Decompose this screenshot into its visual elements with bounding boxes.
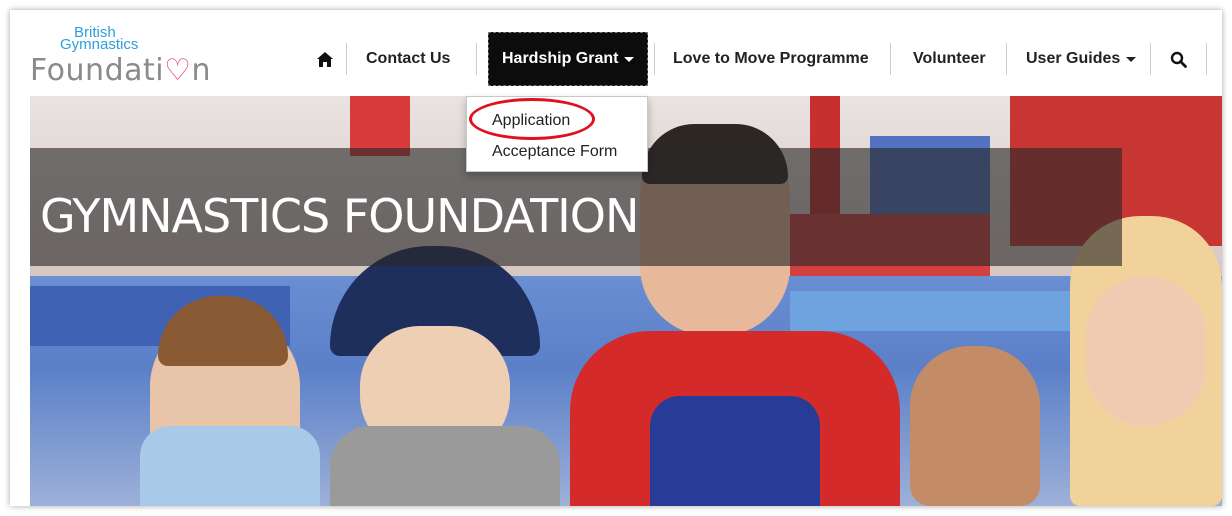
main-nav: Contact Us Hardship Grant Love to Move P… <box>10 32 1222 86</box>
dropdown-item-acceptance-form[interactable]: Acceptance Form <box>492 143 617 161</box>
nav-divider <box>890 43 891 75</box>
child-face <box>1086 276 1206 426</box>
search-button[interactable] <box>1170 32 1187 86</box>
browser-frame: British Gymnastics Foundati♡n Contact Us… <box>10 10 1222 506</box>
nav-divider <box>654 43 655 75</box>
superman-shirt <box>650 396 820 506</box>
hero-title: GYMNASTICS FOUNDATION <box>40 189 639 243</box>
nav-contact-us[interactable]: Contact Us <box>366 32 450 86</box>
caret-down-icon <box>624 56 635 62</box>
home-icon <box>317 51 333 67</box>
child-shirt <box>330 426 560 506</box>
child-figure <box>910 346 1040 506</box>
search-icon <box>1170 51 1187 68</box>
nav-divider <box>1206 43 1207 75</box>
nav-user-guides-label: User Guides <box>1026 50 1121 67</box>
nav-divider <box>346 43 347 75</box>
highlight-circle <box>469 98 595 140</box>
nav-hardship-grant[interactable]: Hardship Grant <box>488 32 648 86</box>
nav-divider <box>1150 43 1151 75</box>
gym-wall-panel <box>350 96 410 156</box>
nav-hardship-grant-label: Hardship Grant <box>502 50 619 67</box>
nav-love-to-move[interactable]: Love to Move Programme <box>673 32 869 86</box>
home-link[interactable] <box>316 32 334 86</box>
nav-volunteer[interactable]: Volunteer <box>913 32 986 86</box>
child-dress <box>140 426 320 506</box>
caret-down-icon <box>1126 56 1137 62</box>
nav-user-guides[interactable]: User Guides <box>1026 32 1137 86</box>
nav-divider <box>476 43 477 75</box>
nav-divider <box>1006 43 1007 75</box>
